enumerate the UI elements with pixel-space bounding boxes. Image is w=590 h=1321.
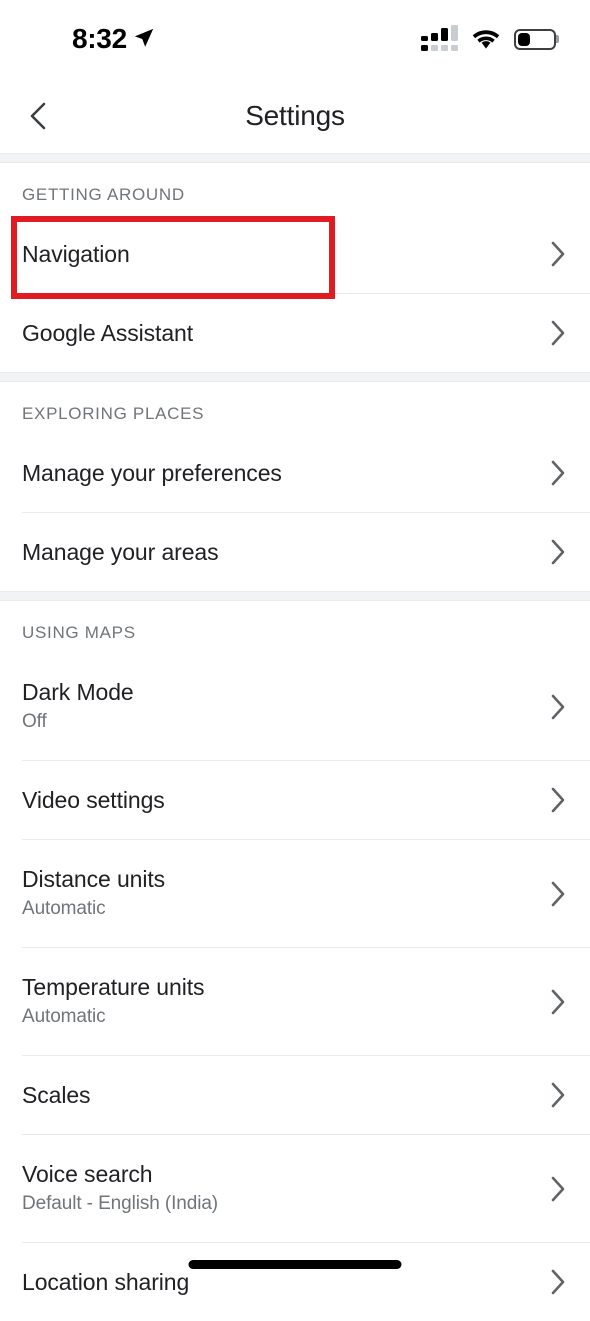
row-text-group: Navigation (22, 240, 130, 267)
settings-row-dark-mode[interactable]: Dark Mode Off (0, 653, 590, 760)
status-bar-left: 8:32 (72, 23, 155, 55)
row-text-group: Voice search Default - English (India) (22, 1162, 218, 1214)
row-title: Location sharing (22, 1268, 190, 1295)
chevron-right-icon (551, 881, 565, 906)
section-separator (0, 153, 590, 163)
settings-row-distance-units[interactable]: Distance units Automatic (0, 840, 590, 947)
row-subtitle: Default - English (India) (22, 1193, 219, 1215)
app-bar: Settings (0, 78, 590, 153)
row-text-group: Manage your preferences (22, 459, 282, 486)
row-subtitle: Automatic (22, 1006, 106, 1028)
chevron-right-icon (551, 694, 565, 719)
row-text-group: Dark Mode Off (22, 680, 134, 732)
section-separator (0, 372, 590, 382)
chevron-right-icon (551, 1269, 565, 1295)
back-button[interactable] (16, 94, 60, 138)
row-text-group: Manage your areas (22, 538, 219, 565)
row-text-group: Temperature units Automatic (22, 975, 204, 1027)
row-text-group: Distance units Automatic (22, 867, 165, 919)
chevron-right-icon (551, 1082, 565, 1108)
settings-list[interactable]: GETTING AROUND Navigation Google Assistant… (0, 153, 590, 1321)
chevron-right-icon (551, 539, 565, 565)
row-title: Temperature units (22, 974, 205, 1001)
section-header: GETTING AROUND (22, 185, 185, 204)
row-text-group: Google Assistant (22, 319, 194, 346)
row-text-group: Video settings (22, 786, 165, 813)
section-separator (0, 591, 590, 601)
battery-low-icon (514, 28, 559, 50)
row-title: Distance units (22, 866, 166, 893)
row-title: Scales (22, 1081, 91, 1108)
row-title: Navigation (22, 240, 130, 267)
row-text-group: Scales (22, 1081, 91, 1108)
section-rows: Navigation Google Assistant (0, 215, 590, 372)
back-chevron-icon (30, 102, 46, 129)
chevron-right-icon (551, 241, 565, 267)
cellular-signal-icon (421, 25, 458, 51)
row-text-group: Location sharing (22, 1268, 190, 1295)
settings-row-manage-your-preferences[interactable]: Manage your preferences (0, 434, 590, 512)
chevron-right-icon (551, 320, 565, 346)
section-rows: Manage your preferences Manage your areas (0, 434, 590, 591)
row-subtitle: Off (22, 711, 47, 733)
row-title: Voice search (22, 1161, 153, 1188)
page-title: Settings (245, 99, 345, 131)
settings-row-location-sharing[interactable]: Location sharing (0, 1243, 590, 1321)
section-header: EXPLORING PLACES (22, 404, 205, 423)
settings-row-voice-search[interactable]: Voice search Default - English (India) (0, 1135, 590, 1242)
row-title: Dark Mode (22, 679, 134, 706)
section-rows: Dark Mode Off Video settings Distance units… (0, 653, 590, 1321)
status-bar-right (421, 25, 559, 51)
row-title: Manage your preferences (22, 459, 282, 486)
home-indicator (188, 1260, 402, 1269)
settings-row-scales[interactable]: Scales (0, 1056, 590, 1134)
chevron-right-icon (551, 1176, 565, 1201)
status-bar: 8:32 (0, 0, 590, 78)
settings-row-google-assistant[interactable]: Google Assistant (0, 294, 590, 372)
row-title: Manage your areas (22, 538, 219, 565)
settings-row-temperature-units[interactable]: Temperature units Automatic (0, 948, 590, 1055)
row-title: Google Assistant (22, 319, 194, 346)
status-bar-clock: 8:32 (72, 23, 127, 54)
chevron-right-icon (551, 787, 565, 813)
settings-row-navigation[interactable]: Navigation (0, 215, 590, 293)
chevron-right-icon (551, 460, 565, 486)
location-arrow-icon (134, 28, 154, 47)
settings-row-manage-your-areas[interactable]: Manage your areas (0, 513, 590, 591)
row-title: Video settings (22, 786, 165, 813)
settings-row-video-settings[interactable]: Video settings (0, 761, 590, 839)
chevron-right-icon (551, 989, 565, 1014)
row-subtitle: Automatic (22, 898, 106, 920)
section-header: USING MAPS (22, 623, 136, 642)
wifi-icon (472, 30, 500, 49)
